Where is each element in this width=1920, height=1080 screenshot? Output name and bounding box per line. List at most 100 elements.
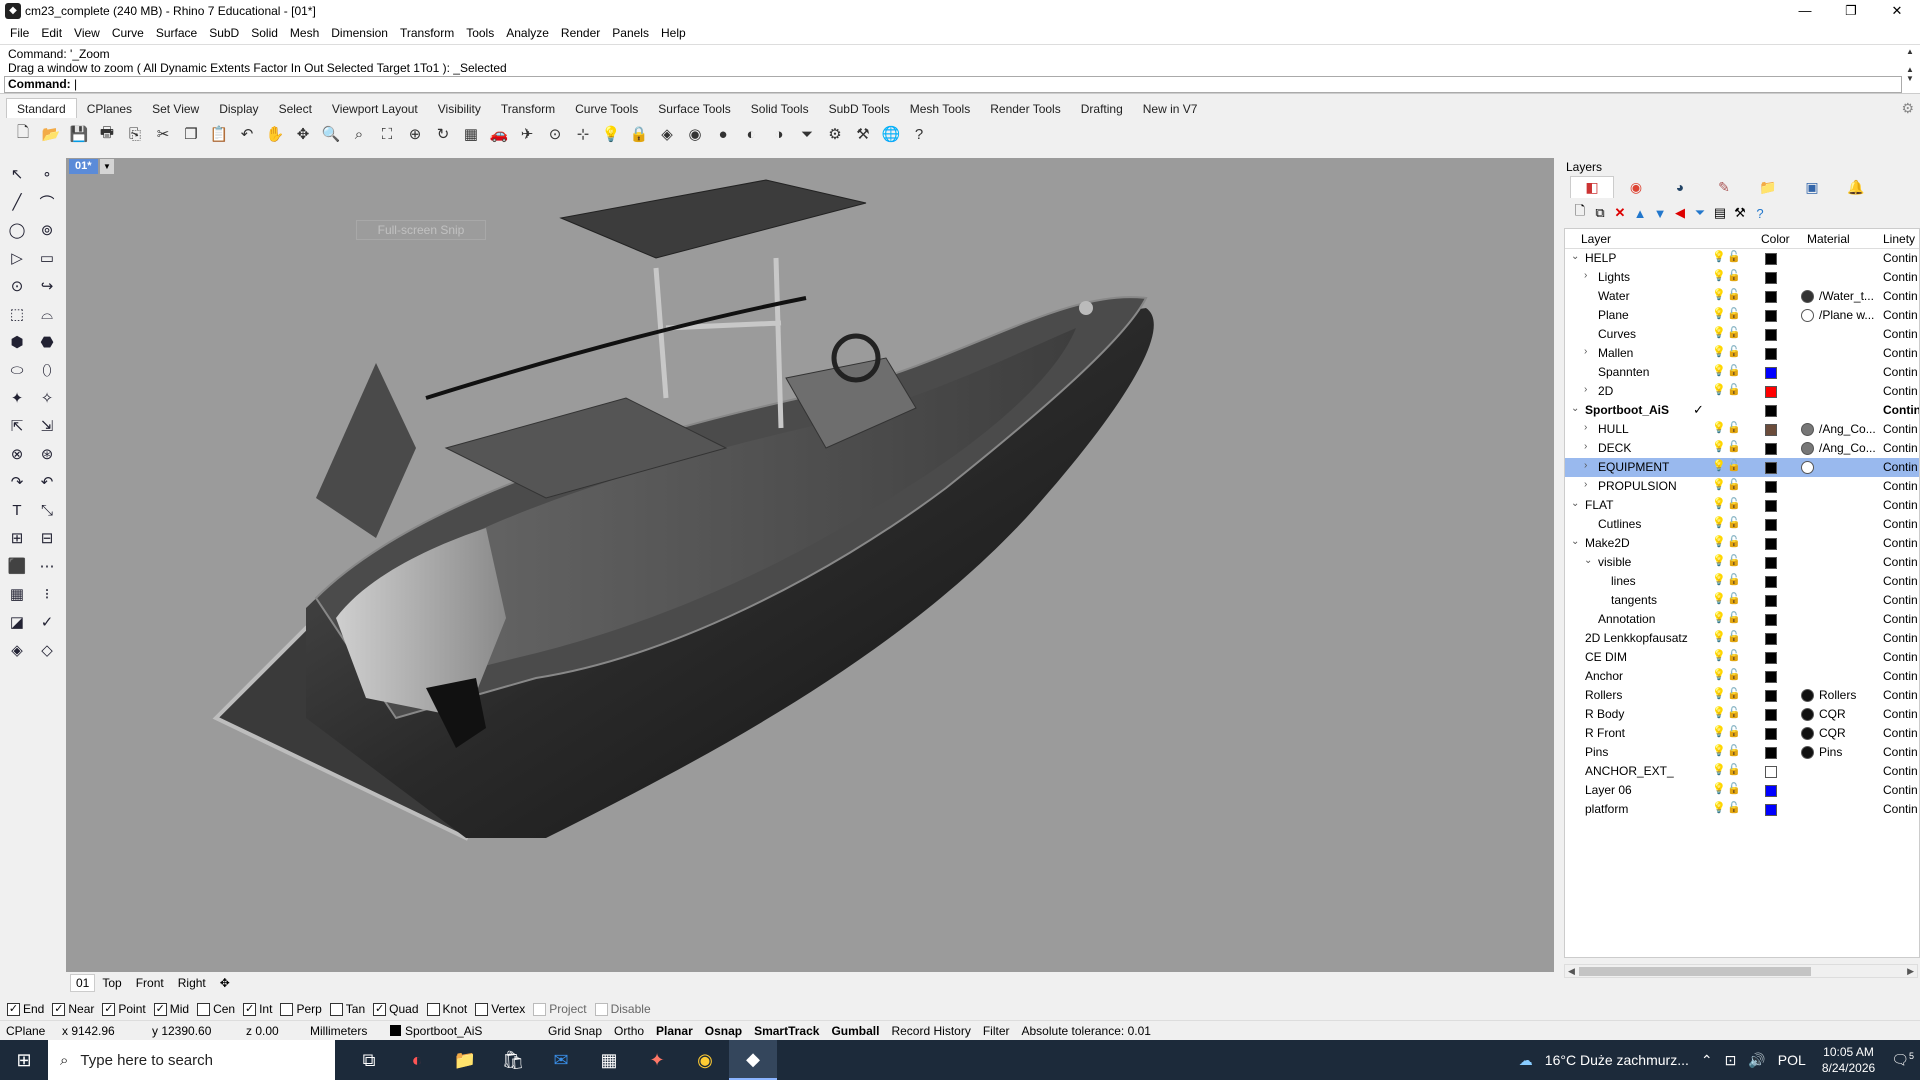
layer-row[interactable]: › DECK 💡 🔓 /Ang_Co... Contin xyxy=(1565,439,1919,458)
osnap-vertex-checkbox[interactable] xyxy=(475,1002,489,1016)
visibility-bulb-icon[interactable]: 💡 xyxy=(1712,327,1726,339)
layer-linetype[interactable]: Contin xyxy=(1883,631,1919,645)
layer-expander-icon[interactable]: › xyxy=(1584,479,1594,490)
snap-icon[interactable]: ⊹ xyxy=(570,121,596,147)
material-swatch[interactable] xyxy=(1801,689,1814,702)
layer-row[interactable]: R Body 💡 🔓 CQR Contin xyxy=(1565,705,1919,724)
material-swatch[interactable] xyxy=(1801,442,1814,455)
layer-row[interactable]: Cutlines 💡 🔓 Contin xyxy=(1565,515,1919,534)
undo-icon[interactable]: ↶ xyxy=(234,121,260,147)
visibility-bulb-icon[interactable]: 💡 xyxy=(1712,574,1726,586)
osnap-perp[interactable]: Perp xyxy=(280,1002,322,1016)
layer-name[interactable]: EQUIPMENT xyxy=(1598,460,1669,474)
layer-row[interactable]: lines 💡 🔓 Contin xyxy=(1565,572,1919,591)
layer-name[interactable]: FLAT xyxy=(1585,498,1613,512)
toolbar-settings-gear-icon[interactable]: ⚙ xyxy=(1901,100,1914,117)
lock-icon[interactable]: 🔓 xyxy=(1727,555,1741,567)
visibility-bulb-icon[interactable]: 💡 xyxy=(1712,707,1726,719)
lock-icon[interactable]: 🔓 xyxy=(1727,460,1741,472)
layer-name[interactable]: Pins xyxy=(1585,745,1608,759)
tool-29-icon[interactable]: ⋯ xyxy=(33,552,61,580)
viewport-tab-right[interactable]: Right xyxy=(171,976,213,990)
layer-linetype[interactable]: Contin xyxy=(1883,498,1919,512)
menu-file[interactable]: File xyxy=(4,26,35,40)
zoom-extents-icon[interactable]: ⛶ xyxy=(374,121,400,147)
osnap-vertex[interactable]: Vertex xyxy=(475,1002,525,1016)
lock-icon[interactable]: 🔓 xyxy=(1727,536,1741,548)
layer-material[interactable]: /Ang_Co... xyxy=(1819,441,1883,455)
visibility-bulb-icon[interactable]: 💡 xyxy=(1712,289,1726,301)
layer-color-swatch[interactable] xyxy=(1765,386,1777,398)
layer-linetype[interactable]: Contin xyxy=(1883,764,1919,778)
menu-mesh[interactable]: Mesh xyxy=(284,26,325,40)
layer-color-swatch[interactable] xyxy=(1765,329,1777,341)
osnap-point[interactable]: ✓ Point xyxy=(102,1002,146,1016)
layer-linetype[interactable]: Contin xyxy=(1883,289,1919,303)
layer-color-swatch[interactable] xyxy=(1765,728,1777,740)
layer-expander-icon[interactable]: ⌄ xyxy=(1571,498,1581,509)
tab-solid-tools[interactable]: Solid Tools xyxy=(741,99,819,118)
layer-linetype[interactable]: Contin xyxy=(1883,384,1919,398)
scrollbar-thumb[interactable] xyxy=(1579,967,1811,976)
calculator-icon[interactable]: ▦ xyxy=(585,1040,633,1080)
layers-tab-icon[interactable]: ◧ xyxy=(1570,176,1614,198)
tab-cplanes[interactable]: CPlanes xyxy=(77,99,142,118)
material-swatch[interactable] xyxy=(1801,423,1814,436)
viewport-tab-front[interactable]: Front xyxy=(129,976,171,990)
layer-material[interactable]: /Plane w... xyxy=(1819,308,1883,322)
pan-icon[interactable]: ✋ xyxy=(262,121,288,147)
tool-23-icon[interactable]: ↶ xyxy=(33,468,61,496)
layer-name[interactable]: Cutlines xyxy=(1598,517,1641,531)
osnap-disable[interactable]: Disable xyxy=(594,1002,651,1016)
tool-28-icon[interactable]: ⬛ xyxy=(3,552,31,580)
lock-icon[interactable]: 🔓 xyxy=(1727,251,1741,263)
tool-33-icon[interactable]: ✓ xyxy=(33,608,61,636)
record-history-toggle[interactable]: Record History xyxy=(885,1024,976,1038)
file-explorer-icon[interactable]: 📁 xyxy=(441,1040,489,1080)
tool-17-icon[interactable]: ✧ xyxy=(33,384,61,412)
layer-row[interactable]: ⌄ Sportboot_AiS ✓ Contin xyxy=(1565,401,1919,420)
layer-color-swatch[interactable] xyxy=(1765,633,1777,645)
menu-analyze[interactable]: Analyze xyxy=(500,26,555,40)
maximize-button[interactable]: ❐ xyxy=(1828,0,1874,22)
layer-color-swatch[interactable] xyxy=(1765,614,1777,626)
tool-9-icon[interactable]: ↪ xyxy=(33,272,61,300)
lock-icon[interactable]: 🔓 xyxy=(1727,289,1741,301)
osnap-cen-checkbox[interactable] xyxy=(197,1002,211,1016)
new-file-icon[interactable]: 🗋 xyxy=(10,121,36,147)
layer-expander-icon[interactable]: ⌄ xyxy=(1571,536,1581,547)
layer-color-swatch[interactable] xyxy=(1765,595,1777,607)
browser-app-icon[interactable]: ◐ xyxy=(393,1040,441,1080)
tool-3-icon[interactable]: ⌒ xyxy=(33,188,61,216)
layer-linetype[interactable]: Contin xyxy=(1883,555,1919,569)
osnap-toggle[interactable]: Osnap xyxy=(699,1024,748,1038)
viewport-tab-01[interactable]: 01 xyxy=(70,974,96,992)
viewport-tab-add-icon[interactable]: ✥ xyxy=(213,976,237,990)
perspective-viewport[interactable]: 01* ▼ Full-screen Snip xyxy=(66,158,1554,972)
lock-icon[interactable]: 🔓 xyxy=(1727,783,1741,795)
osnap-quad[interactable]: ✓ Quad xyxy=(373,1002,419,1016)
lock-icon[interactable]: 🔒 xyxy=(626,121,652,147)
layer-color-swatch[interactable] xyxy=(1765,272,1777,284)
layer-row[interactable]: Pins 💡 🔓 Pins Contin xyxy=(1565,743,1919,762)
command-scrollbar[interactable]: ▲ ▲ ▼ xyxy=(1904,47,1916,93)
layer-row[interactable]: Spannten 💡 🔓 Contin xyxy=(1565,363,1919,382)
layer-name[interactable]: Plane xyxy=(1598,308,1629,322)
osnap-cen[interactable]: Cen xyxy=(197,1002,235,1016)
tab-set-view[interactable]: Set View xyxy=(142,99,209,118)
tool-14-icon[interactable]: ⬭ xyxy=(3,356,31,384)
color-tab-icon[interactable]: ◉ xyxy=(1614,176,1658,198)
tab-curve-tools[interactable]: Curve Tools xyxy=(565,99,648,118)
lock-icon[interactable]: 🔓 xyxy=(1727,479,1741,491)
layer-row[interactable]: › 2D 💡 🔓 Contin xyxy=(1565,382,1919,401)
layer-row[interactable]: › Lights 💡 🔓 Contin xyxy=(1565,268,1919,287)
lock-icon[interactable]: 🔓 xyxy=(1727,270,1741,282)
lock-icon[interactable]: 🔓 xyxy=(1727,650,1741,662)
filter-icon[interactable]: ⏷ xyxy=(794,121,820,147)
save-icon[interactable]: 💾 xyxy=(66,121,92,147)
layer-color-swatch[interactable] xyxy=(1765,538,1777,550)
layer-color-swatch[interactable] xyxy=(1765,348,1777,360)
layer-tools-icon[interactable]: ⚒ xyxy=(1730,205,1750,221)
visibility-bulb-icon[interactable]: 💡 xyxy=(1712,384,1726,396)
layer-row[interactable]: ⌄ visible 💡 🔓 Contin xyxy=(1565,553,1919,572)
